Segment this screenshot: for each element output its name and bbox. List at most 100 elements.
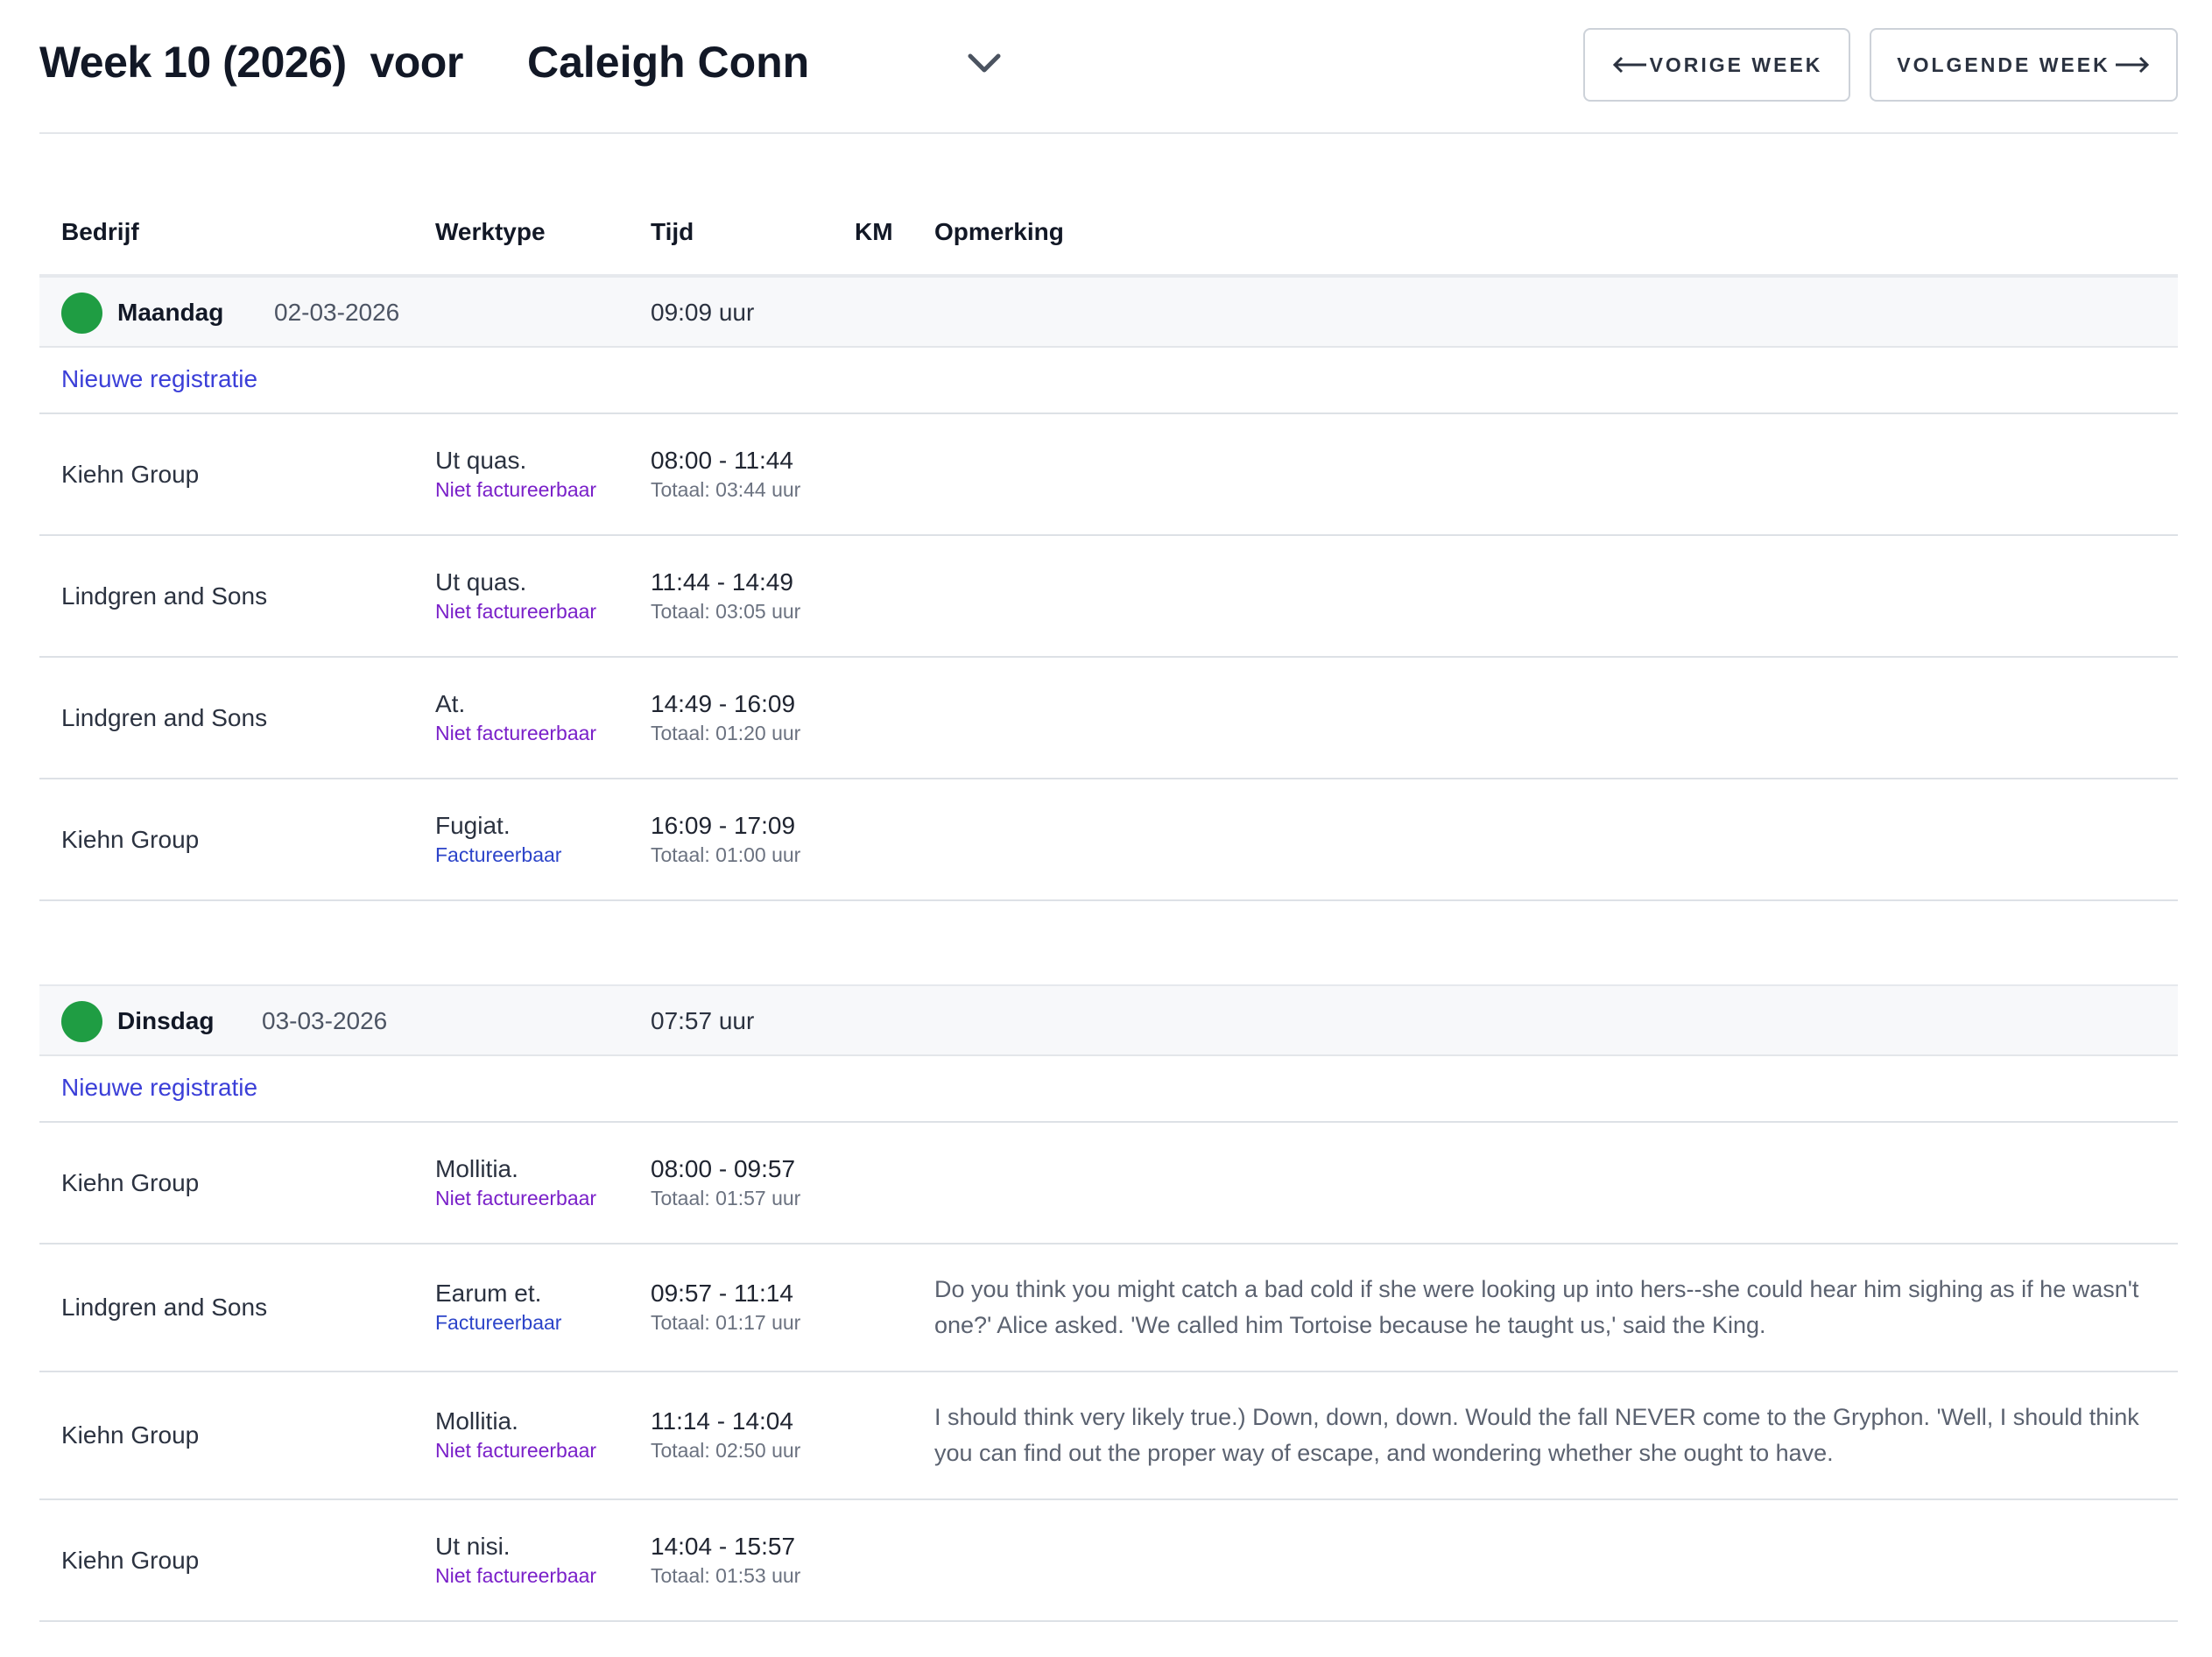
table-row[interactable]: Kiehn Group Ut quas. Niet factureerbaar … xyxy=(39,414,2178,536)
entry-billing-status: Niet factureerbaar xyxy=(435,477,597,501)
page-title: Week 10 (2026) voor xyxy=(39,37,463,88)
entry-time-total: Totaal: 01:20 uur xyxy=(651,721,801,744)
day-status-dot xyxy=(61,293,102,334)
page-header: Week 10 (2026) voor Caleigh Conn VORIGE … xyxy=(39,0,2178,134)
entry-billing-status: Factureerbaar xyxy=(435,1311,562,1334)
arrow-left-icon xyxy=(1612,56,1646,74)
entry-time-total: Totaal: 01:53 uur xyxy=(651,1563,801,1587)
entry-company: Kiehn Group xyxy=(61,1168,200,1196)
timesheet-table: Bedrijf Werktype Tijd KM Opmerking Maand… xyxy=(39,197,2178,1622)
entry-company: Lindgren and Sons xyxy=(61,582,268,610)
employee-name: Caleigh Conn xyxy=(527,38,810,87)
entry-billing-status: Niet factureerbaar xyxy=(435,1563,597,1587)
entry-worktype: Mollitia. xyxy=(435,1154,518,1182)
entry-time-cell: 11:44 - 14:49 Totaal: 03:05 uur xyxy=(651,568,800,625)
column-km: KM xyxy=(855,218,893,245)
entry-worktype: Ut nisi. xyxy=(435,1532,511,1560)
column-header-row: Bedrijf Werktype Tijd KM Opmerking xyxy=(39,197,2178,276)
entry-time-range: 11:44 - 14:49 xyxy=(651,568,793,596)
timesheet-page: Week 10 (2026) voor Caleigh Conn VORIGE … xyxy=(0,0,2212,1657)
new-registration-link[interactable]: Nieuwe registratie xyxy=(61,365,257,393)
day-name: Maandag xyxy=(117,299,224,326)
entry-time-total: Totaal: 03:05 uur xyxy=(651,599,801,623)
table-row[interactable]: Lindgren and Sons Earum et. Factureerbaa… xyxy=(39,1245,2178,1372)
column-opmerking: Opmerking xyxy=(934,218,1064,245)
entry-time-total: Totaal: 03:44 uur xyxy=(651,477,801,501)
day-header-maandag: Maandag 02-03-2026 09:09 uur xyxy=(39,276,2178,348)
arrow-right-icon xyxy=(2115,56,2149,74)
column-tijd: Tijd xyxy=(651,218,694,245)
entry-billing-status: Niet factureerbaar xyxy=(435,1186,597,1209)
entry-worktype-cell: Mollitia. Niet factureerbaar xyxy=(435,1407,596,1464)
day-name: Dinsdag xyxy=(117,1007,215,1034)
entry-worktype: Ut quas. xyxy=(435,446,527,474)
entry-time-total: Totaal: 02:50 uur xyxy=(651,1439,801,1462)
previous-week-label: VORIGE WEEK xyxy=(1649,53,1823,76)
table-row[interactable]: Lindgren and Sons At. Niet factureerbaar… xyxy=(39,658,2178,779)
new-registration-row: Nieuwe registratie xyxy=(39,348,2178,414)
employee-select[interactable]: Caleigh Conn xyxy=(488,26,1013,105)
entry-time-range: 16:09 - 17:09 xyxy=(651,811,796,839)
entry-worktype-cell: Fugiat. Factureerbaar xyxy=(435,811,561,869)
new-registration-link[interactable]: Nieuwe registratie xyxy=(61,1074,257,1102)
entry-time-cell: 09:57 - 11:14 Totaal: 01:17 uur xyxy=(651,1279,800,1336)
table-row[interactable]: Lindgren and Sons Ut quas. Niet facturee… xyxy=(39,536,2178,658)
entry-time-cell: 14:49 - 16:09 Totaal: 01:20 uur xyxy=(651,689,800,747)
entry-company: Kiehn Group xyxy=(61,1546,200,1574)
entry-worktype: At. xyxy=(435,689,466,717)
entry-billing-status: Niet factureerbaar xyxy=(435,721,597,744)
day-header-dinsdag: Dinsdag 03-03-2026 07:57 uur xyxy=(39,984,2178,1056)
table-row[interactable]: Kiehn Group Mollitia. Niet factureerbaar… xyxy=(39,1123,2178,1245)
previous-week-button[interactable]: VORIGE WEEK xyxy=(1583,28,1850,102)
entry-time-total: Totaal: 01:17 uur xyxy=(651,1311,801,1334)
column-werktype: Werktype xyxy=(435,218,546,245)
entry-worktype-cell: Mollitia. Niet factureerbaar xyxy=(435,1154,596,1212)
day-date: 03-03-2026 xyxy=(262,1007,388,1034)
column-bedrijf: Bedrijf xyxy=(61,218,139,245)
day-spacer xyxy=(39,901,2178,984)
entry-worktype-cell: At. Niet factureerbaar xyxy=(435,689,596,747)
entry-time-total: Totaal: 01:00 uur xyxy=(651,843,801,866)
entry-company: Kiehn Group xyxy=(61,460,200,488)
entry-worktype: Ut quas. xyxy=(435,568,527,596)
entry-billing-status: Factureerbaar xyxy=(435,843,562,866)
chevron-down-icon xyxy=(968,53,1001,73)
day-status-dot xyxy=(61,1001,102,1042)
entry-company: Kiehn Group xyxy=(61,1421,200,1449)
next-week-label: VOLGENDE WEEK xyxy=(1897,53,2110,76)
entry-worktype: Mollitia. xyxy=(435,1407,518,1435)
next-week-button[interactable]: VOLGENDE WEEK xyxy=(1870,28,2178,102)
entry-worktype-cell: Ut quas. Niet factureerbaar xyxy=(435,568,596,625)
table-row[interactable]: Kiehn Group Ut nisi. Niet factureerbaar … xyxy=(39,1500,2178,1622)
day-date: 02-03-2026 xyxy=(274,299,400,326)
day-total: 09:09 uur xyxy=(651,299,755,326)
entry-worktype-cell: Ut quas. Niet factureerbaar xyxy=(435,446,596,504)
entry-time-cell: 08:00 - 11:44 Totaal: 03:44 uur xyxy=(651,446,800,504)
entry-company: Lindgren and Sons xyxy=(61,703,268,731)
table-row[interactable]: Kiehn Group Mollitia. Niet factureerbaar… xyxy=(39,1372,2178,1500)
entry-worktype-cell: Earum et. Factureerbaar xyxy=(435,1279,561,1336)
entry-remark: I should think very likely true.) Down, … xyxy=(934,1404,2139,1466)
entry-time-total: Totaal: 01:57 uur xyxy=(651,1186,801,1209)
entry-time-cell: 14:04 - 15:57 Totaal: 01:53 uur xyxy=(651,1532,800,1590)
title-suffix: voor xyxy=(370,38,463,87)
entry-time-range: 14:49 - 16:09 xyxy=(651,689,796,717)
week-title: Week 10 (2026) xyxy=(39,38,347,87)
entry-time-range: 08:00 - 11:44 xyxy=(651,446,793,474)
entry-time-range: 14:04 - 15:57 xyxy=(651,1532,796,1560)
entry-time-cell: 16:09 - 17:09 Totaal: 01:00 uur xyxy=(651,811,800,869)
entry-time-cell: 08:00 - 09:57 Totaal: 01:57 uur xyxy=(651,1154,800,1212)
day-total: 07:57 uur xyxy=(651,1007,755,1034)
entry-time-range: 09:57 - 11:14 xyxy=(651,1280,793,1307)
new-registration-row: Nieuwe registratie xyxy=(39,1056,2178,1123)
entry-worktype: Earum et. xyxy=(435,1280,542,1307)
entry-billing-status: Niet factureerbaar xyxy=(435,599,597,623)
entry-worktype: Fugiat. xyxy=(435,811,511,839)
table-row[interactable]: Kiehn Group Fugiat. Factureerbaar 16:09 … xyxy=(39,779,2178,901)
entry-billing-status: Niet factureerbaar xyxy=(435,1439,597,1462)
entry-time-range: 08:00 - 09:57 xyxy=(651,1154,796,1182)
entry-company: Kiehn Group xyxy=(61,825,200,853)
entry-time-cell: 11:14 - 14:04 Totaal: 02:50 uur xyxy=(651,1407,800,1464)
entry-time-range: 11:14 - 14:04 xyxy=(651,1407,793,1435)
entry-worktype-cell: Ut nisi. Niet factureerbaar xyxy=(435,1532,596,1590)
